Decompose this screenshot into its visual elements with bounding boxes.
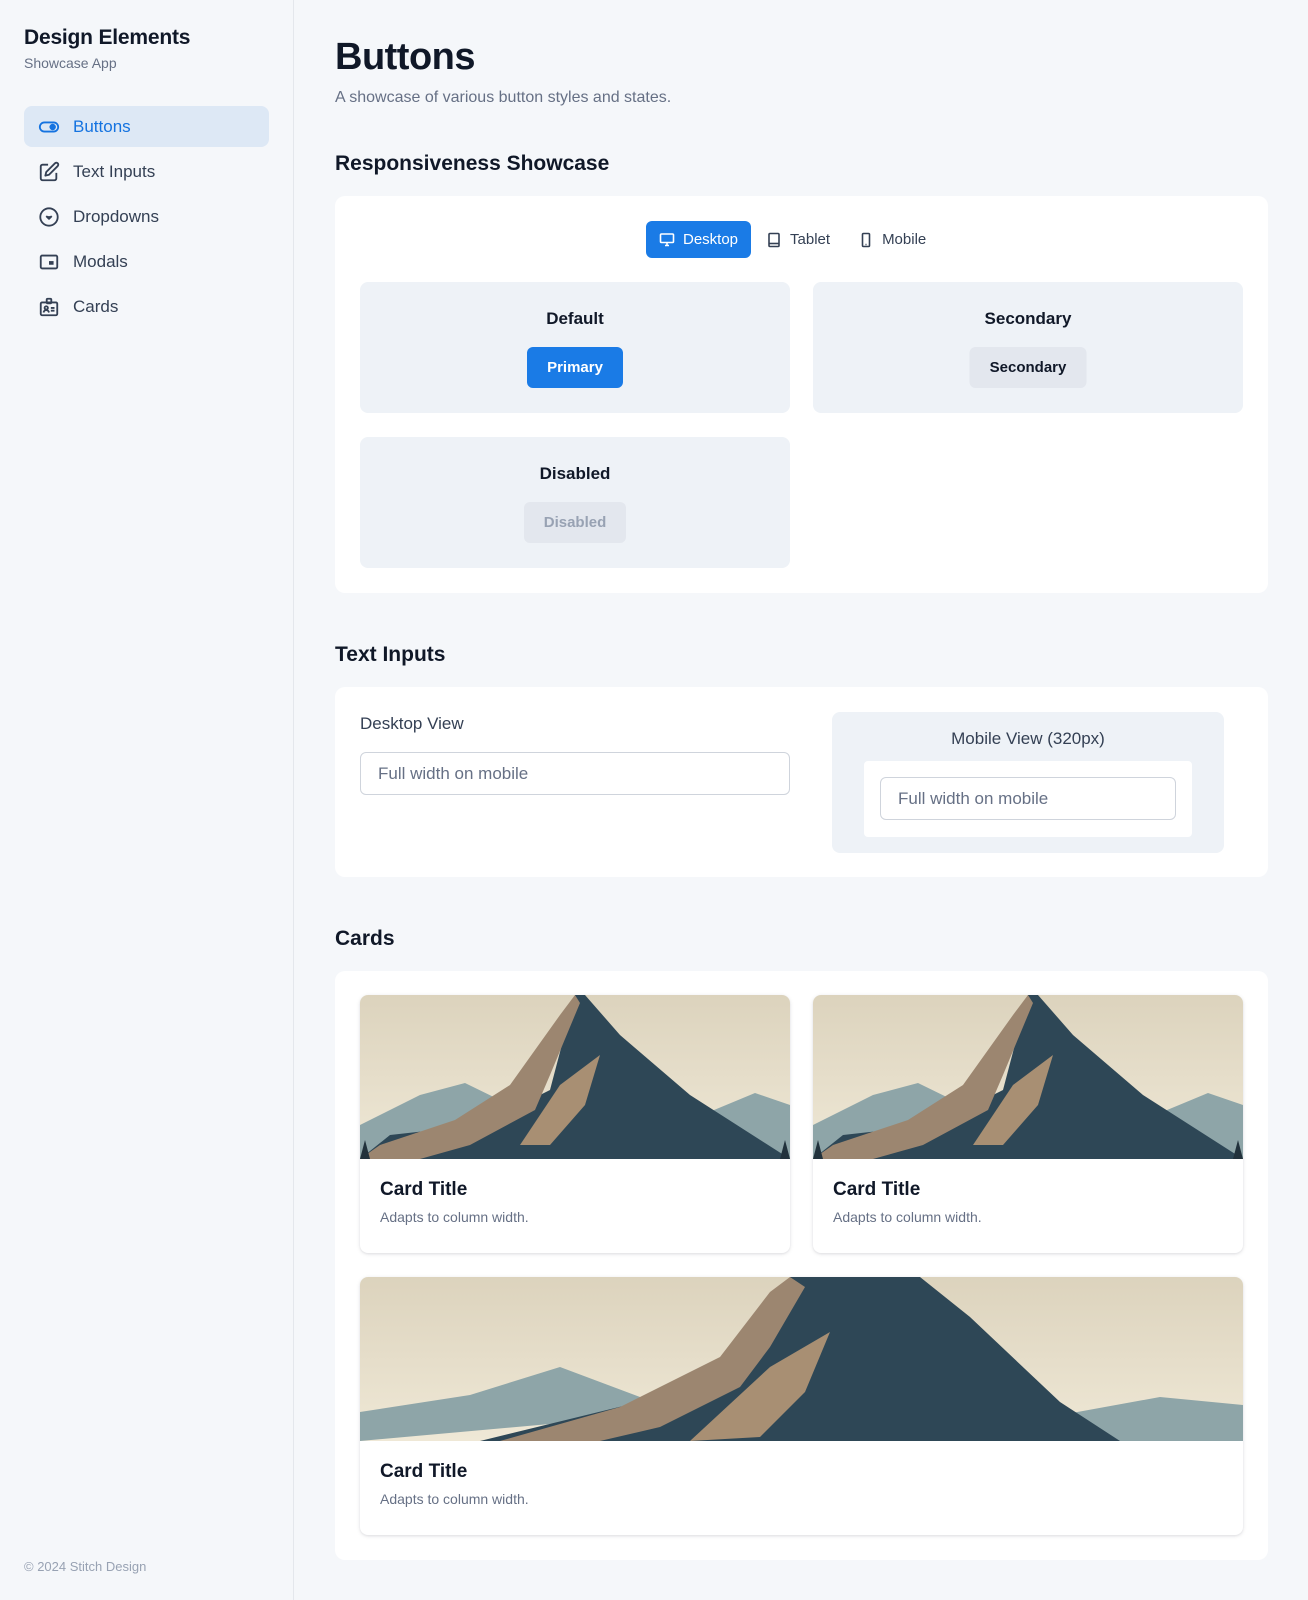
toggle-icon	[37, 115, 61, 139]
card-title: Card Title	[833, 1179, 921, 1200]
card-title: Card Title	[380, 1461, 468, 1482]
app-subtitle: Showcase App	[24, 55, 117, 71]
card-text: Adapts to column width.	[833, 1209, 982, 1225]
tab-label: Tablet	[790, 231, 831, 248]
sidebar-item-text-inputs[interactable]: Text Inputs	[24, 151, 269, 192]
monitor-icon	[659, 232, 675, 246]
sidebar-item-dropdowns[interactable]: Dropdowns	[24, 196, 269, 237]
section-title-responsiveness: Responsiveness Showcase	[335, 152, 610, 175]
demo-disabled: Disabled Disabled	[360, 437, 790, 568]
demo-label: Disabled	[539, 464, 611, 483]
device-tabs: Desktop Tablet Mobile	[646, 221, 941, 258]
section-title-text-inputs: Text Inputs	[335, 643, 446, 666]
primary-button[interactable]: Primary	[527, 347, 623, 388]
card[interactable]: Card Title Adapts to column width.	[360, 995, 790, 1253]
window-icon	[37, 250, 61, 274]
sidebar-item-modals[interactable]: Modals	[24, 241, 269, 282]
mobile-text-input[interactable]	[880, 777, 1176, 820]
sidebar-item-cards[interactable]: Cards	[24, 286, 269, 327]
tab-label: Desktop	[683, 231, 739, 248]
sidebar-item-label: Text Inputs	[73, 161, 156, 181]
cards-panel: Card Title Adapts to column width. Card …	[335, 971, 1268, 1560]
tablet-icon	[768, 232, 780, 247]
text-inputs-panel: Desktop View Mobile View (320px)	[335, 687, 1268, 877]
chevron-circle-icon	[37, 205, 61, 229]
tab-tablet[interactable]: Tablet	[753, 221, 843, 258]
mobile-preview-screen	[864, 761, 1192, 837]
card[interactable]: Card Title Adapts to column width.	[360, 1277, 1243, 1535]
desktop-view-label: Desktop View	[360, 714, 464, 733]
mountain-image	[360, 995, 790, 1159]
edit-icon	[37, 160, 61, 184]
card-text: Adapts to column width.	[380, 1491, 529, 1507]
tab-label: Mobile	[882, 231, 927, 248]
section-title-cards: Cards	[335, 927, 395, 950]
sidebar-item-buttons[interactable]: Buttons	[24, 106, 269, 147]
tab-desktop[interactable]: Desktop	[646, 221, 752, 258]
phone-icon	[861, 232, 871, 247]
mobile-view-label: Mobile View (320px)	[951, 729, 1105, 748]
id-card-icon	[37, 295, 61, 319]
card[interactable]: Card Title Adapts to column width.	[813, 995, 1243, 1253]
app-root: Design Elements Showcase App Buttons Tex…	[0, 0, 1308, 1600]
sidebar-item-label: Modals	[73, 251, 128, 271]
sidebar-item-label: Cards	[73, 296, 119, 316]
app-title: Design Elements	[24, 26, 191, 49]
footer-copyright: © 2024 Stitch Design	[24, 1559, 147, 1574]
page-title: Buttons	[335, 36, 476, 78]
sidebar-item-label: Buttons	[73, 116, 131, 136]
disabled-button: Disabled	[524, 502, 626, 543]
responsiveness-panel: Desktop Tablet Mobile Default Primary Se…	[335, 196, 1268, 593]
page-subtitle: A showcase of various button styles and …	[335, 89, 672, 106]
demo-label: Secondary	[984, 309, 1072, 328]
card-title: Card Title	[380, 1179, 468, 1200]
mountain-image	[360, 1277, 1243, 1441]
mountain-image	[813, 995, 1243, 1159]
secondary-button[interactable]: Secondary	[969, 347, 1087, 388]
mobile-preview-frame: Mobile View (320px)	[832, 712, 1224, 853]
desktop-text-input[interactable]	[360, 752, 790, 795]
tab-mobile[interactable]: Mobile	[845, 221, 939, 258]
sidebar: Design Elements Showcase App Buttons Tex…	[0, 0, 294, 1600]
card-text: Adapts to column width.	[380, 1209, 529, 1225]
demo-label: Default	[546, 309, 604, 328]
sidebar-nav: Buttons Text Inputs Dropdowns Modals Car…	[24, 106, 269, 331]
demo-secondary: Secondary Secondary	[813, 282, 1243, 413]
sidebar-item-label: Dropdowns	[73, 206, 159, 226]
demo-default: Default Primary	[360, 282, 790, 413]
